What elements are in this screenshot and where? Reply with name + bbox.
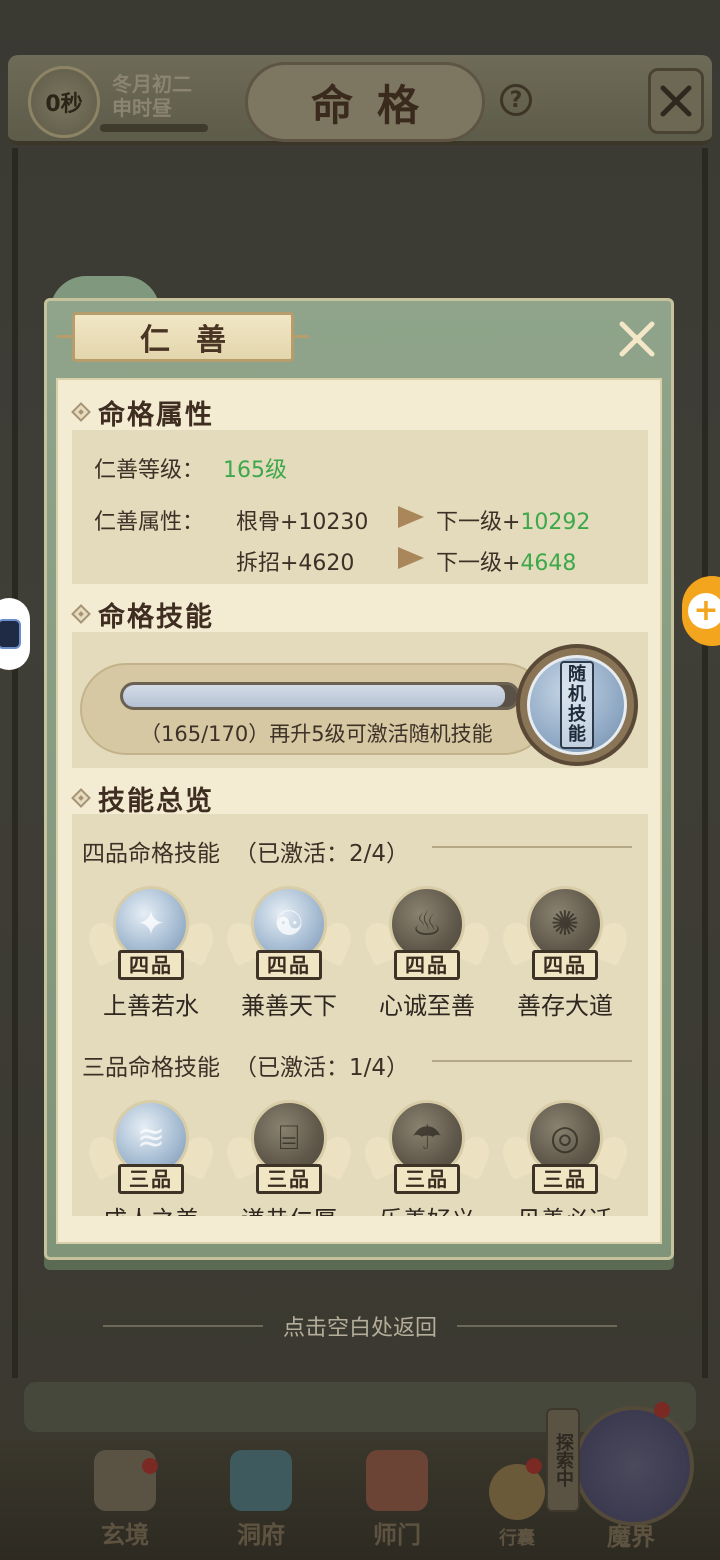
level-progress-bar [120,682,520,710]
date-line-2: 申时昼 [112,96,172,120]
random-skill-label: 随机技能 [560,661,594,749]
divider [102,1325,263,1327]
red-dot [526,1458,542,1474]
section-attributes: 命格属性 [71,394,214,431]
floating-recorder-button[interactable] [0,598,30,670]
attr-next-2-value: 4648 [520,551,577,576]
skill-item[interactable]: ✦ 四品 上善若水 [83,886,219,1036]
diamond-icon [71,788,91,808]
explore-status: 探索中 [546,1408,580,1512]
question-icon: ? [509,87,523,113]
nav-label: 行囊 [499,1528,535,1549]
skill-overview-list[interactable]: 四品命格技能 （已激活：2/4） ✦ 四品 上善若水 ☯ 四品 兼善天下 ♨ 四… [72,814,648,1216]
nav-shimen[interactable]: 师门 [342,1450,452,1550]
skill-name: 善存大道 [517,992,613,1020]
diamond-icon [71,402,91,422]
nav-xuanjing[interactable]: 玄境 [70,1450,180,1550]
attr-current-2: 拆招+4620 [236,551,355,576]
skill-name: 上善若水 [103,992,199,1020]
modal-title: 仁善 [57,312,309,362]
timer-text: 0秒 [45,92,83,117]
arrow-right-icon [398,547,424,569]
divider [457,1325,617,1327]
divider [432,1060,632,1062]
return-hint-text: 点击空白处返回 [282,1316,437,1341]
skill-name: 心诚至善 [379,992,475,1020]
recorder-icon [0,619,21,649]
red-dot [654,1402,670,1418]
game-date: 冬月初二 申时昼 [112,72,192,120]
tier-badge: 三品 [256,1164,322,1194]
tier-badge: 四品 [118,950,184,980]
skill-item[interactable]: ◎ 三品 见善必迁 [497,1100,633,1216]
random-skill-orb[interactable]: 随机技能 [516,644,638,766]
divider [432,846,632,848]
random-skill-icon: 随机技能 [527,655,627,755]
skill-item[interactable]: ☯ 四品 兼善天下 [221,886,357,1036]
main-close-button[interactable] [648,68,704,134]
tier-badge: 四品 [256,950,322,980]
red-dot [142,1458,158,1474]
skill-item[interactable]: ☂ 三品 乐善好义 [359,1100,495,1216]
tier-badge: 四品 [532,950,598,980]
tier-name: 四品命格技能 [82,841,220,867]
skill-name: 见善必迁 [490,1200,640,1216]
level-row: 仁善等级： 165级 [94,452,287,484]
progress-fill [123,685,506,707]
diamond-icon [71,604,91,624]
tier-badge: 三品 [394,1164,460,1194]
attr-label: 仁善属性： [94,510,205,535]
arrow-right-icon [398,506,424,528]
close-icon [619,321,655,357]
nav-label: 玄境 [101,1520,149,1549]
section-attributes-title: 命格属性 [98,399,214,431]
tier-badge: 四品 [394,950,460,980]
skill-item[interactable]: ♨ 四品 心诚至善 [359,886,495,1036]
skill-name: 兼善天下 [241,992,337,1020]
tier-name: 三品命格技能 [82,1055,220,1081]
section-skill-title: 命格技能 [98,601,214,633]
timer-track [100,124,208,132]
tier-title: 三品命格技能 （已激活：1/4） [82,1048,409,1082]
pavilion-icon [230,1450,292,1511]
nav-label: 师门 [373,1520,421,1549]
nav-label: 洞府 [237,1520,285,1549]
progress-text: （165/170）再升5级可激活随机技能 [140,722,493,746]
attr-next-2: 下一级+4648 [436,545,576,577]
close-icon [660,85,692,117]
level-value: 165级 [223,458,288,483]
page-title: 命格 [245,62,485,142]
attr-next-1-value: 10292 [520,510,591,535]
attr-current-1: 根骨+10230 [236,510,369,535]
skill-name: 乐善好义 [352,1200,502,1216]
skill-item[interactable]: ✺ 四品 善存大道 [497,886,633,1036]
tier-badge: 三品 [532,1164,598,1194]
skill-item[interactable]: ⌸ 三品 谦恭仁厚 [221,1100,357,1216]
attr-next-1: 下一级+10292 [436,504,590,536]
skill-item[interactable]: ≋ 三品 成人之美 [83,1100,219,1216]
date-line-1: 冬月初二 [112,72,192,96]
section-overview-title: 技能总览 [98,785,214,817]
return-hint[interactable]: 点击空白处返回 [0,1308,720,1344]
attr-next-1-prefix: 下一级+ [436,510,521,535]
level-label: 仁善等级： [94,458,205,483]
section-skill: 命格技能 [71,596,214,633]
timer-badge: 0秒 [28,66,100,138]
banner-icon [366,1450,428,1511]
skill-name: 谦恭仁厚 [214,1200,364,1216]
nav-dongfu[interactable]: 洞府 [206,1450,316,1550]
section-overview: 技能总览 [71,780,214,817]
plus-icon: + [688,593,720,629]
skill-name: 成人之美 [76,1200,226,1216]
nav-label: 魔界 [607,1522,655,1551]
tier-count: （已激活：2/4） [234,841,410,867]
modal-close-button[interactable] [614,316,660,362]
tier-badge: 三品 [118,1164,184,1194]
tier-title: 四品命格技能 （已激活：2/4） [82,834,409,868]
attr-next-2-prefix: 下一级+ [436,551,521,576]
nav-mojie[interactable]: 魔界 [576,1402,686,1552]
help-button[interactable]: ? [500,84,532,116]
tier-count: （已激活：1/4） [234,1055,410,1081]
